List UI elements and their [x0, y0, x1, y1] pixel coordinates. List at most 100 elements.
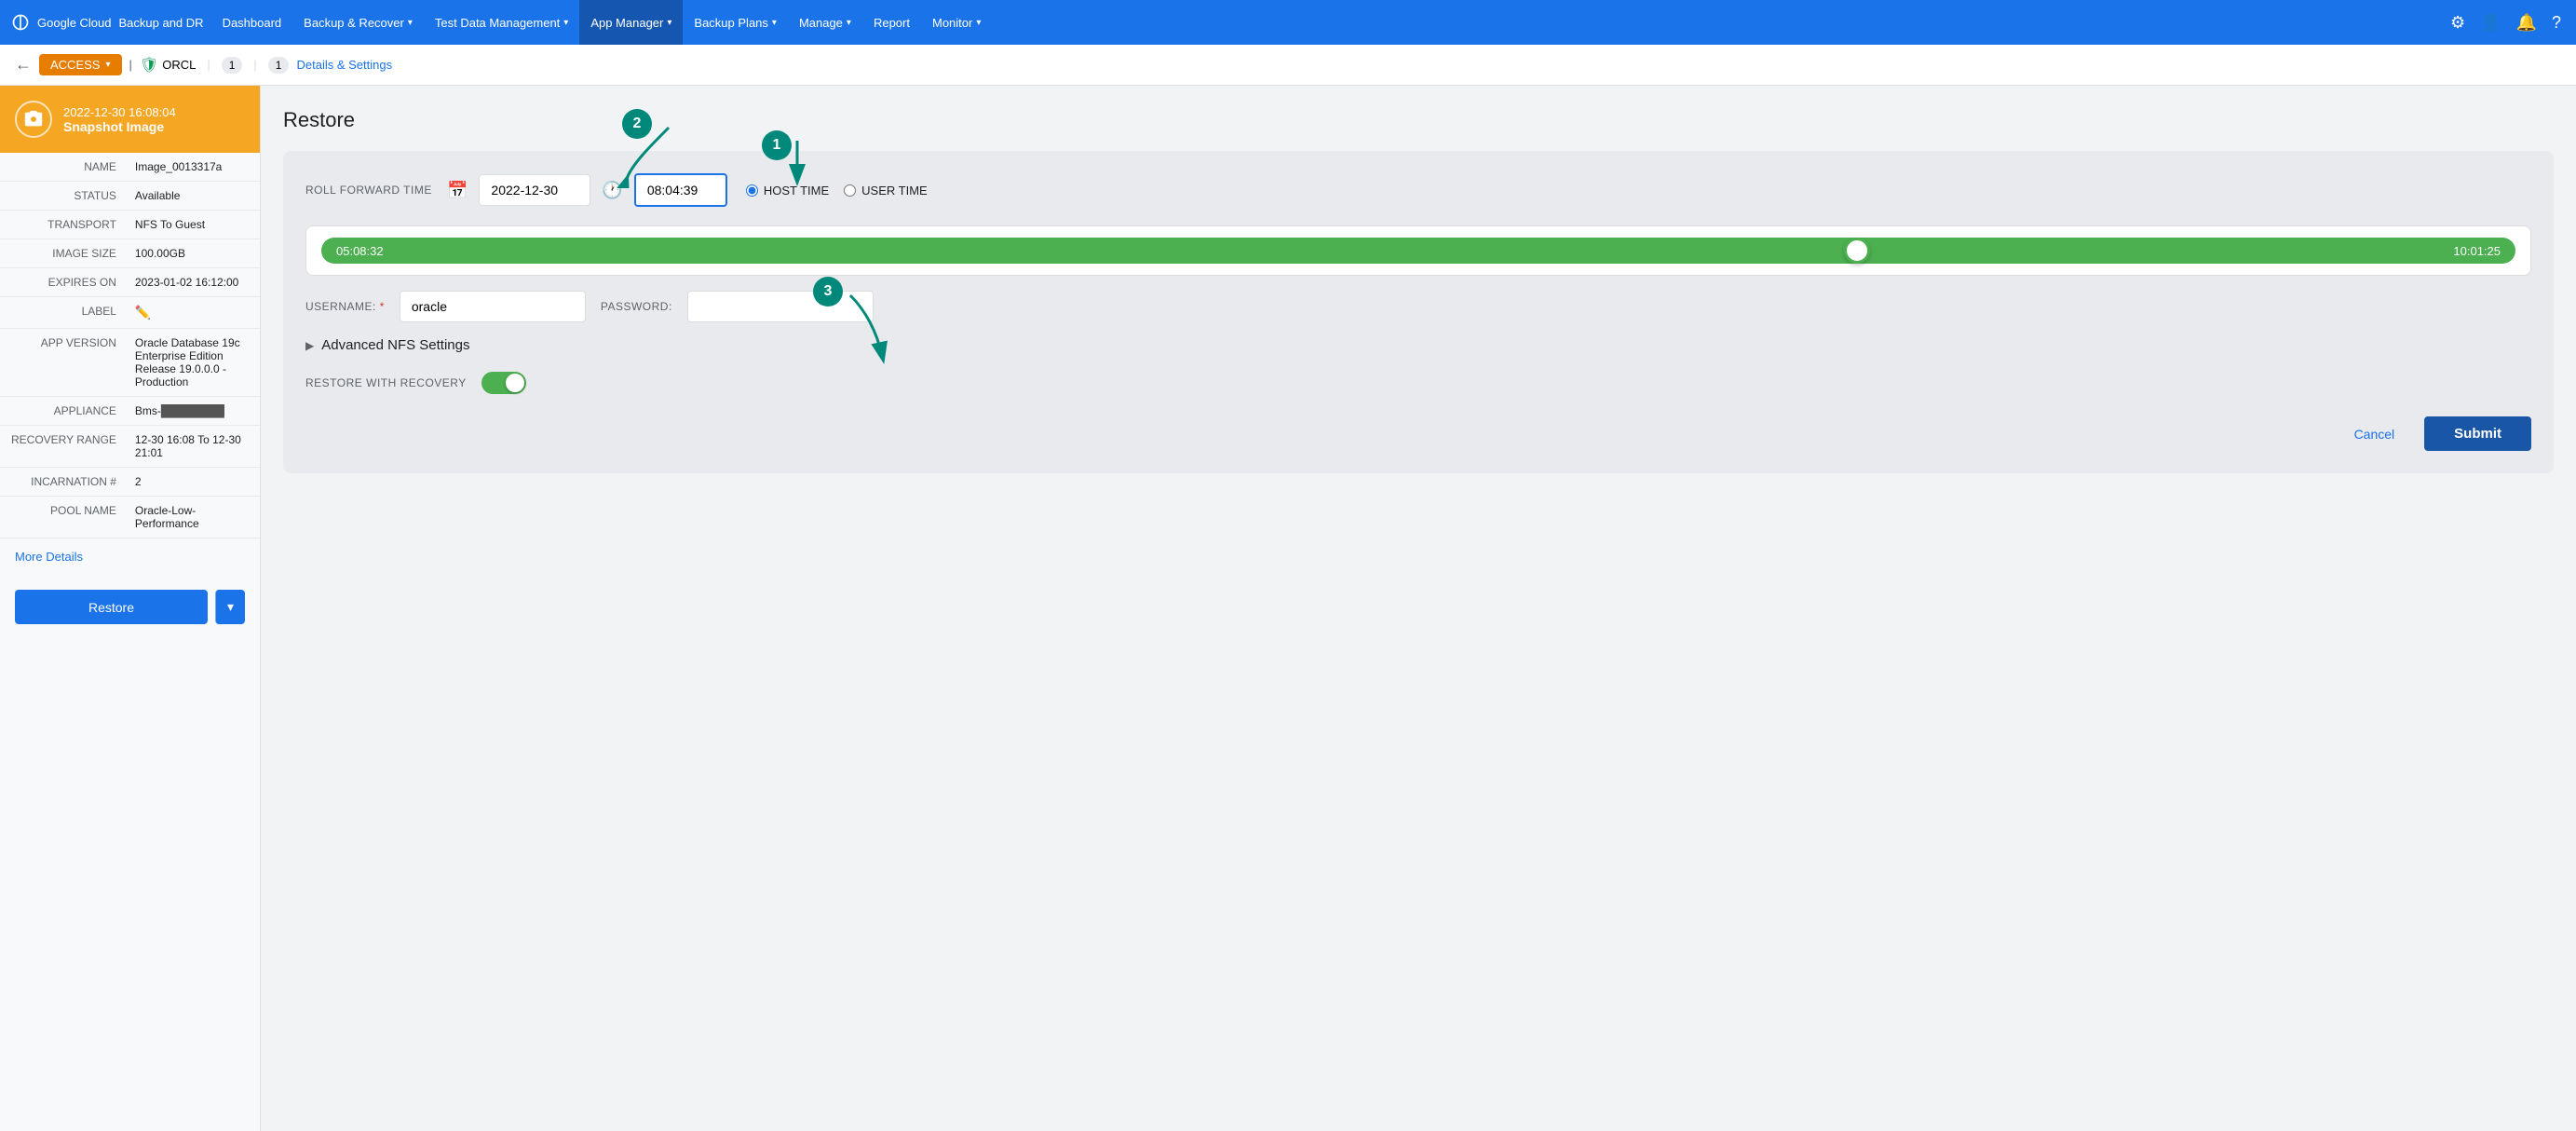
- roll-forward-time-input[interactable]: [634, 173, 727, 207]
- nav-app-manager[interactable]: App Manager ▾: [579, 0, 683, 45]
- chevron-down-icon: ▾: [667, 18, 671, 28]
- roll-forward-time-row: ROLL FORWARD TIME 📅 🕐 HOST TIME USER TIM…: [305, 173, 2531, 207]
- table-row: TRANSPORTNFS To Guest: [0, 211, 260, 239]
- timeline-container: 05:08:32 10:01:25: [305, 225, 2531, 276]
- restore-dropdown-button[interactable]: ▾: [215, 590, 245, 624]
- field-value[interactable]: ✏️: [124, 297, 260, 329]
- field-key: TRANSPORT: [0, 211, 124, 239]
- field-value: 2023-01-02 16:12:00: [124, 268, 260, 297]
- more-details-link[interactable]: More Details: [0, 538, 260, 575]
- nav-backup-plans[interactable]: Backup Plans ▾: [683, 0, 788, 45]
- field-value: Available: [124, 182, 260, 211]
- field-value: Image_0013317a: [124, 153, 260, 182]
- nav-monitor[interactable]: Monitor ▾: [921, 0, 992, 45]
- nav-icons: ⚙ 👤 🔔 ?: [2447, 9, 2565, 36]
- restore-button[interactable]: Restore: [15, 590, 208, 624]
- back-button[interactable]: ←: [15, 55, 32, 75]
- required-star: *: [380, 300, 385, 313]
- table-row: APP VERSIONOracle Database 19c Enterpris…: [0, 329, 260, 397]
- detail-table: NAMEImage_0013317aSTATUSAvailableTRANSPO…: [0, 153, 260, 538]
- chevron-down-icon: ▾: [976, 18, 981, 28]
- field-key: APPLIANCE: [0, 397, 124, 426]
- field-key: STATUS: [0, 182, 124, 211]
- toggle-knob: [506, 374, 524, 392]
- pipe-divider-2: |: [253, 58, 256, 72]
- cancel-button[interactable]: Cancel: [2339, 417, 2410, 451]
- shield-icon: 🛡: [140, 56, 158, 75]
- orcl-badge: 🛡 ORCL: [140, 56, 196, 75]
- timeline-thumb[interactable]: [1844, 238, 1870, 264]
- right-panel: Restore 1 ROLL FORWA: [261, 86, 2576, 1131]
- user-icon[interactable]: 👤: [2476, 9, 2504, 36]
- camera-icon: [23, 109, 44, 129]
- snapshot-date: 2022-12-30 16:08:04: [63, 105, 245, 119]
- field-key: APP VERSION: [0, 329, 124, 397]
- field-value: Bms-████████: [124, 397, 260, 426]
- user-time-option[interactable]: USER TIME: [844, 184, 928, 198]
- submit-button[interactable]: Submit: [2424, 416, 2531, 451]
- details-settings-link[interactable]: Details & Settings: [296, 58, 392, 72]
- label-pencil-icon[interactable]: ✏️: [135, 305, 151, 320]
- clock-icon[interactable]: 🕐: [602, 181, 622, 200]
- nav-report[interactable]: Report: [862, 0, 921, 45]
- password-input[interactable]: [687, 291, 874, 322]
- timeline-track[interactable]: 05:08:32 10:01:25: [321, 238, 2515, 264]
- field-value: 12-30 16:08 To 12-30 21:01: [124, 426, 260, 468]
- field-key: NAME: [0, 153, 124, 182]
- field-value: Oracle-Low-Performance: [124, 497, 260, 538]
- brand-product-text: Backup and DR: [119, 16, 204, 30]
- chevron-down-icon: ▾: [408, 18, 413, 28]
- chevron-down-icon: ▾: [847, 18, 851, 28]
- roll-forward-date-input[interactable]: [479, 174, 590, 206]
- username-input[interactable]: [400, 291, 586, 322]
- nav-backup-recover[interactable]: Backup & Recover ▾: [292, 0, 424, 45]
- badge-count-2: 1: [268, 57, 290, 74]
- field-key: RECOVERY RANGE: [0, 426, 124, 468]
- host-time-label: HOST TIME: [764, 184, 829, 198]
- restore-btn-area: Restore ▾: [0, 575, 260, 639]
- breadcrumb-bar: ← ACCESS ▾ | 🛡 ORCL | 1 | 1 Details & Se…: [0, 45, 2576, 86]
- breadcrumb-divider: |: [129, 58, 132, 72]
- advanced-nfs-section[interactable]: ▶ Advanced NFS Settings: [305, 337, 2531, 353]
- table-row: STATUSAvailable: [0, 182, 260, 211]
- host-time-option[interactable]: HOST TIME: [746, 184, 829, 198]
- snapshot-icon: [15, 101, 52, 138]
- nav-dashboard[interactable]: Dashboard: [211, 0, 293, 45]
- actions-row: Cancel Submit: [305, 416, 2531, 451]
- orcl-label: ORCL: [162, 58, 196, 72]
- filter-icon[interactable]: ⚙: [2447, 9, 2469, 36]
- chevron-down-icon: ▾: [563, 18, 568, 28]
- table-row: NAMEImage_0013317a: [0, 153, 260, 182]
- notification-icon[interactable]: 🔔: [2513, 9, 2541, 36]
- table-row: POOL NAMEOracle-Low-Performance: [0, 497, 260, 538]
- advanced-nfs-label: Advanced NFS Settings: [321, 337, 469, 353]
- snapshot-header: 2022-12-30 16:08:04 Snapshot Image: [0, 86, 260, 153]
- field-key: LABEL: [0, 297, 124, 329]
- field-key: EXPIRES ON: [0, 268, 124, 297]
- nav-test-data[interactable]: Test Data Management ▾: [424, 0, 579, 45]
- top-navigation: Google Cloud Backup and DR Dashboard Bac…: [0, 0, 2576, 45]
- calendar-icon[interactable]: 📅: [447, 181, 468, 200]
- table-row: APPLIANCEBms-████████: [0, 397, 260, 426]
- field-value: Oracle Database 19c Enterprise Edition R…: [124, 329, 260, 397]
- table-row: INCARNATION #2: [0, 468, 260, 497]
- left-panel: 2022-12-30 16:08:04 Snapshot Image NAMEI…: [0, 86, 261, 1131]
- timeline-left-label: 05:08:32: [336, 244, 384, 258]
- password-label: PASSWORD:: [601, 300, 672, 313]
- user-time-radio[interactable]: [844, 184, 856, 197]
- snapshot-info: 2022-12-30 16:08:04 Snapshot Image: [63, 105, 245, 134]
- restore-recovery-toggle[interactable]: [481, 372, 526, 394]
- access-dropdown[interactable]: ACCESS ▾: [39, 54, 122, 75]
- field-value: 2: [124, 468, 260, 497]
- table-row: LABEL ✏️: [0, 297, 260, 329]
- roll-forward-label: ROLL FORWARD TIME: [305, 184, 436, 197]
- nav-manage[interactable]: Manage ▾: [788, 0, 862, 45]
- triangle-icon: ▶: [305, 339, 314, 352]
- pipe-divider: |: [207, 58, 210, 72]
- username-label: USERNAME: *: [305, 300, 385, 313]
- field-key: POOL NAME: [0, 497, 124, 538]
- snapshot-label: Snapshot Image: [63, 119, 245, 134]
- host-time-radio[interactable]: [746, 184, 758, 197]
- main-layout: 2022-12-30 16:08:04 Snapshot Image NAMEI…: [0, 86, 2576, 1131]
- help-icon[interactable]: ?: [2548, 9, 2565, 36]
